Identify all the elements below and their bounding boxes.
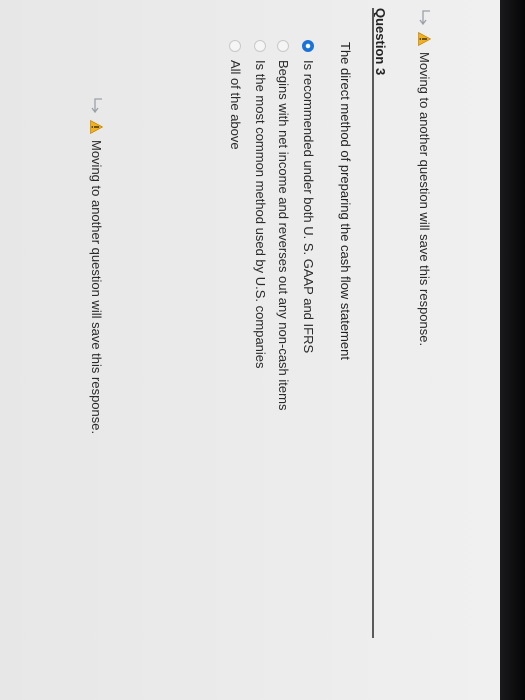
radio-button-selected[interactable] xyxy=(302,40,315,52)
warning-icon xyxy=(90,120,103,134)
answer-choice[interactable]: Is recommended under both U. S. GAAP and… xyxy=(301,40,316,353)
return-arrow-icon xyxy=(419,10,431,26)
answer-label[interactable]: Is the most common method used by U.S. c… xyxy=(253,60,268,369)
save-notice-bottom: Moving to another question will save thi… xyxy=(89,96,104,434)
monitor-bezel xyxy=(500,0,525,700)
save-notice-text: Moving to another question will save thi… xyxy=(89,140,104,435)
answer-label[interactable]: Begins with net income and reverses out … xyxy=(276,60,291,410)
answer-choice[interactable]: Is the most common method used by U.S. c… xyxy=(253,40,268,369)
question-stem: The direct method of preparing the cash … xyxy=(338,42,353,360)
save-notice-top: Moving to another question will save thi… xyxy=(417,8,432,346)
radio-button[interactable] xyxy=(277,40,290,52)
question-title: Question 3 xyxy=(373,8,388,76)
answer-choice[interactable]: Begins with net income and reverses out … xyxy=(276,40,291,410)
answer-label[interactable]: All of the above xyxy=(228,60,243,150)
radio-button[interactable] xyxy=(254,40,267,52)
answer-label[interactable]: Is recommended under both U. S. GAAP and… xyxy=(301,60,316,353)
answer-choice[interactable]: All of the above xyxy=(228,40,243,150)
radio-button[interactable] xyxy=(229,40,242,52)
return-arrow-icon xyxy=(91,98,103,114)
save-notice-text: Moving to another question will save thi… xyxy=(417,52,432,347)
warning-icon xyxy=(418,32,431,46)
question-divider xyxy=(372,8,374,638)
quiz-page: Moving to another question will save thi… xyxy=(0,0,500,700)
